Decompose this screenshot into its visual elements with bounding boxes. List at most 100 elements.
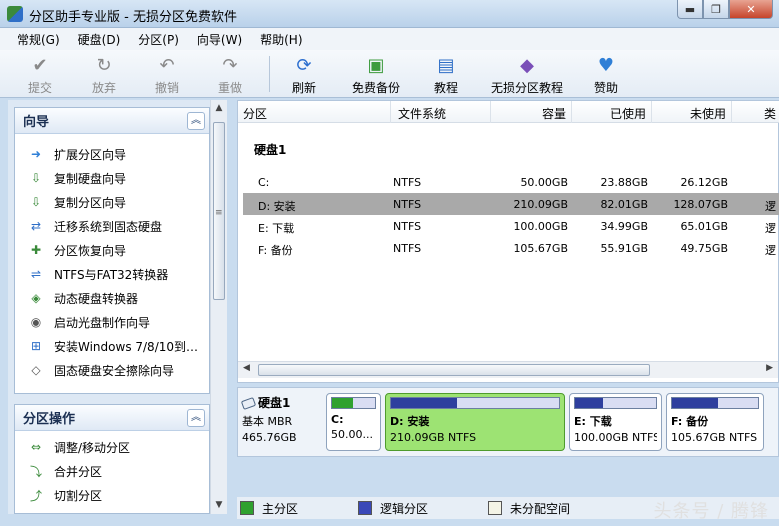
tutorial-label: 教程 [434,81,459,95]
col-capacity[interactable]: 容量 [542,105,566,122]
menu-bar: 常规(G) 硬盘(D) 分区(P) 向导(W) 帮助(H) [0,28,779,50]
scroll-left-icon[interactable]: ◀ [243,363,250,373]
legend-unallocated: 未分配空间 [488,500,570,517]
redo-button[interactable]: ↷ 重做 [218,52,242,96]
scroll-up-icon[interactable]: ▲ [211,100,227,117]
table-row[interactable]: C: NTFS 50.00GB 23.88GB 26.12GB [243,171,779,193]
toolbar-separator [269,56,270,92]
cell-type: 逻 [765,244,776,257]
maximize-button[interactable]: ❐ [703,0,729,19]
col-type[interactable]: 类 [764,105,776,122]
partition-block-f[interactable]: F: 备份 105.67GB NTFS [666,393,764,451]
menu-help[interactable]: 帮助(H) [251,31,311,48]
table-row[interactable]: F: 备份 NTFS 105.67GB 55.91GB 49.75GB 逻 [243,237,779,259]
sponsor-label: 赞助 [594,81,619,95]
menu-wizard[interactable]: 向导(W) [188,31,251,48]
col-used[interactable]: 已使用 [610,105,646,122]
disk-info[interactable]: 硬盘1 基本 MBR 465.76GB [240,394,322,450]
partition-size: 210.09GB NTFS [390,431,477,444]
wizard-migrate-os[interactable]: ⇄ 迁移系统到固态硬盘 [15,214,209,238]
cell-capacity: 50.00GB [520,176,568,189]
cell-fs: NTFS [393,220,422,233]
wizard-extend-partition[interactable]: ➜ 扩展分区向导 [15,142,209,166]
usage-fill [391,398,457,408]
window-controls: ▬ ❐ ✕ [677,0,773,20]
col-partition[interactable]: 分区 [243,105,267,122]
partition-table: 分区 文件系统 容量 已使用 未使用 类 硬盘1 C: NTFS 50.00GB… [237,100,779,383]
partition-block-e[interactable]: E: 下载 100.00GB NTFS [569,393,662,451]
legend-label: 主分区 [262,501,299,516]
menu-partition[interactable]: 分区(P) [129,31,188,48]
usage-fill [575,398,604,408]
cell-fs: NTFS [393,198,422,211]
wizard-item-label: 动态硬盘转换器 [54,291,139,306]
col-filesystem[interactable]: 文件系统 [398,105,446,122]
wizard-group-title: 向导 [15,108,209,134]
disk-type: 基本 MBR [242,415,293,428]
menu-disk[interactable]: 硬盘(D) [69,31,130,48]
cd-icon: ◉ [30,315,42,329]
lossless-tutorial-button[interactable]: ◆ 无损分区教程 [491,52,563,96]
partition-size: 100.00GB NTFS [574,431,657,444]
wizard-install-windows[interactable]: ⊞ 安装Windows 7/8/10到… [15,334,209,358]
col-separator [390,101,391,123]
unallocated-swatch [488,501,503,515]
op-merge[interactable]: ⤵ 合并分区 [15,459,209,483]
collapse-partition-ops-button[interactable]: ︽ [187,409,205,427]
col-separator [651,101,652,123]
usage-fill [332,398,353,408]
refresh-button[interactable]: ⟳ 刷新 [292,52,316,96]
undo-button[interactable]: ↶ 撤销 [155,52,179,96]
wizard-copy-partition[interactable]: ⇩ 复制分区向导 [15,190,209,214]
partition-block-c[interactable]: C: 50.00... [326,393,381,451]
op-split[interactable]: ⤴ 切割分区 [15,483,209,507]
hscroll-thumb[interactable] [258,364,650,376]
check-icon: ✔ [32,54,48,76]
partition-name: C: [331,413,344,426]
wizard-copy-disk[interactable]: ⇩ 复制硬盘向导 [15,166,209,190]
free-backup-button[interactable]: ▣ 免费备份 [352,52,400,96]
wizard-group: 向导 ︽ ➜ 扩展分区向导 ⇩ 复制硬盘向导 ⇩ 复制分区向导 ⇄ 迁移系统到固态硬盘 … [14,107,210,394]
op-item-label: 合并分区 [54,464,103,479]
partition-ops-title: 分区操作 [15,405,209,431]
disk-map: 硬盘1 基本 MBR 465.76GB C: 50.00... D: 安装 21… [237,387,779,457]
migrate-icon: ⇄ [30,219,42,233]
scroll-right-icon[interactable]: ▶ [766,363,773,373]
partition-ops-group: 分区操作 ︽ ⇔ 调整/移动分区 ⤵ 合并分区 ⤴ 切割分区 [14,404,210,514]
partition-block-d[interactable]: D: 安装 210.09GB NTFS [385,393,565,451]
table-hscrollbar[interactable]: ◀ ▶ [238,361,778,378]
extend-icon: ➜ [30,147,42,161]
wizard-partition-recovery[interactable]: ✚ 分区恢复向导 [15,238,209,262]
cell-used: 23.88GB [600,176,648,189]
table-row[interactable]: E: 下载 NTFS 100.00GB 34.99GB 65.01GB 逻 [243,215,779,237]
wizard-ntfs-fat32[interactable]: ⇌ NTFS与FAT32转换器 [15,262,209,286]
menu-general[interactable]: 常规(G) [8,31,69,48]
left-scrollbar[interactable]: ▲ ≡ ▼ [210,100,227,514]
tutorial-button[interactable]: ▤ 教程 [434,52,458,96]
wizard-boot-cd[interactable]: ◉ 启动光盘制作向导 [15,310,209,334]
title-bar: 分区助手专业版 - 无损分区免费软件 ▬ ❐ ✕ [0,0,779,28]
minimize-button[interactable]: ▬ [677,0,703,19]
sponsor-button[interactable]: ♥ 赞助 [594,52,618,96]
discard-button[interactable]: ↻ 放弃 [92,52,116,96]
scroll-down-icon[interactable]: ▼ [211,497,227,514]
wizard-dynamic-disk[interactable]: ◈ 动态硬盘转换器 [15,286,209,310]
collapse-wizard-button[interactable]: ︽ [187,112,205,130]
wizard-ssd-erase[interactable]: ◇ 固态硬盘安全擦除向导 [15,358,209,382]
discard-icon: ↻ [96,54,112,76]
partition-name: D: 安装 [390,415,430,428]
legend-primary: 主分区 [240,500,298,517]
table-row[interactable]: D: 安装 NTFS 210.09GB 82.01GB 128.07GB 逻 [243,193,779,215]
cell-partition: D: 安装 [258,200,296,213]
dynamic-disk-icon: ◈ [31,291,41,305]
col-free[interactable]: 未使用 [690,105,726,122]
apply-button[interactable]: ✔ 提交 [28,52,52,96]
op-resize-move[interactable]: ⇔ 调整/移动分区 [15,435,209,459]
cell-free: 128.07GB [673,198,728,211]
close-button[interactable]: ✕ [729,0,773,19]
recovery-icon: ✚ [30,243,42,257]
usage-bar [390,397,560,409]
redo-label: 重做 [218,81,243,95]
discard-label: 放弃 [92,81,117,95]
heart-icon: ♥ [597,54,615,76]
